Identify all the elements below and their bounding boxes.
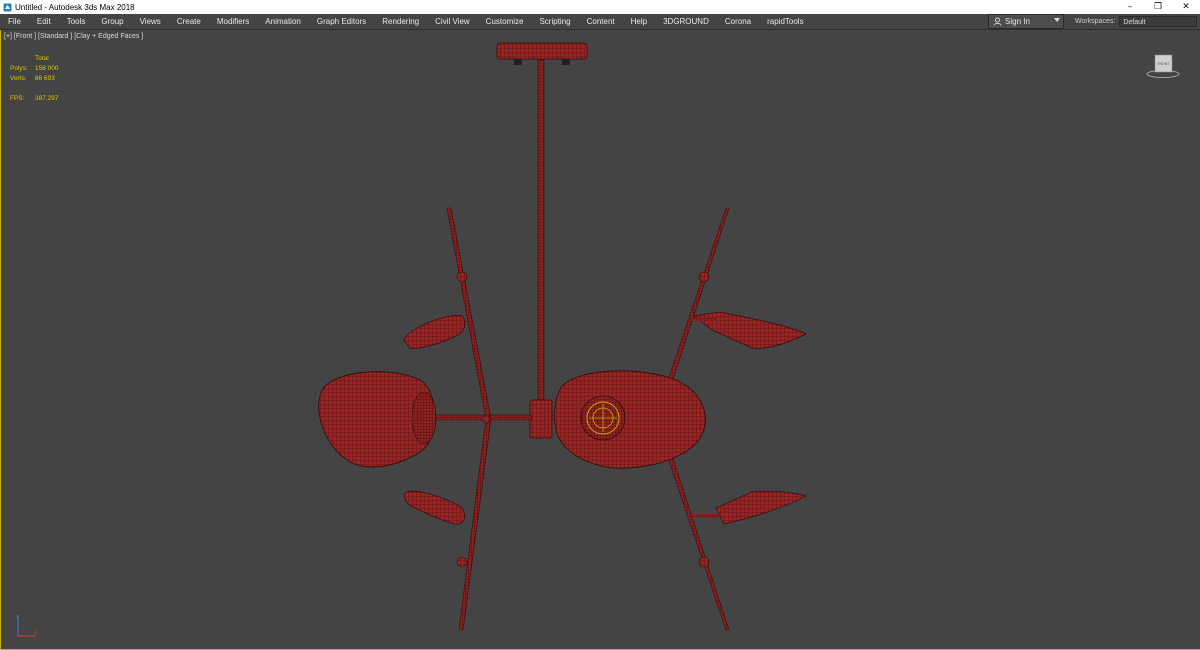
minimize-button[interactable]: – [1116,0,1144,14]
chandelier-model[interactable] [0,30,1200,650]
title-bar: Untitled - Autodesk 3ds Max 2018 – ❐ ✕ [0,0,1200,14]
menu-graph-editors[interactable]: Graph Editors [309,14,374,29]
viewcube-icon[interactable]: FRONT [1144,53,1182,79]
user-icon [993,17,1002,26]
menu-3dground[interactable]: 3DGROUND [655,14,717,29]
sign-in-label: Sign In [1005,17,1030,26]
polys-value: 158 000 [35,65,59,72]
fps-value: 387,297 [35,95,59,102]
menu-scripting[interactable]: Scripting [531,14,578,29]
menu-customize[interactable]: Customize [478,14,532,29]
left-lower-shade [403,491,466,525]
verts-value: 86 693 [35,75,55,82]
window-title: Untitled - Autodesk 3ds Max 2018 [15,2,135,12]
menu-file[interactable]: File [0,14,29,29]
menu-edit[interactable]: Edit [29,14,59,29]
menu-civil-view[interactable]: Civil View [427,14,478,29]
sign-in-dropdown[interactable]: Sign In [988,14,1064,29]
viewport-statistics: Total Polys: 158 000 Verts: 86 693 FPS: 387… [10,54,75,104]
workspaces-label: Workspaces: [1075,18,1116,25]
central-hub [529,399,553,439]
menu-animation[interactable]: Animation [257,14,309,29]
right-lower-shade [692,490,807,525]
right-large-shade [554,370,706,469]
workspaces-selector: Workspaces: Default [1075,15,1198,28]
menu-create[interactable]: Create [169,14,209,29]
menu-content[interactable]: Content [579,14,623,29]
menu-corona[interactable]: Corona [717,14,759,29]
menu-modifiers[interactable]: Modifiers [209,14,257,29]
stats-header: Total [35,55,49,62]
viewcube-label: FRONT [1158,62,1171,66]
svg-text:z: z [16,614,19,620]
left-upper-shade [403,315,466,349]
left-large-shade [318,371,437,468]
polys-label: Polys: [10,65,28,72]
axis-tripod-icon: z x [16,614,37,637]
menu-rapidtools[interactable]: rapidTools [759,14,811,29]
viewport-label[interactable]: [+] [Front ] [Standard ] [Clay + Edged F… [4,33,143,40]
fps-label: FPS: [10,95,25,102]
menu-group[interactable]: Group [93,14,131,29]
3dsmax-app-icon[interactable] [3,3,12,12]
close-button[interactable]: ✕ [1172,0,1200,14]
menu-views[interactable]: Views [132,14,169,29]
verts-label: Verts: [10,75,27,82]
workspaces-dropdown[interactable]: Default [1119,16,1198,27]
restore-button[interactable]: ❐ [1144,0,1172,14]
central-stem [537,59,545,403]
menu-help[interactable]: Help [623,14,655,29]
svg-text:x: x [34,630,37,636]
menu-tools[interactable]: Tools [59,14,94,29]
right-upper-shade [692,311,807,349]
menu-rendering[interactable]: Rendering [374,14,427,29]
chevron-down-icon [1054,18,1060,22]
